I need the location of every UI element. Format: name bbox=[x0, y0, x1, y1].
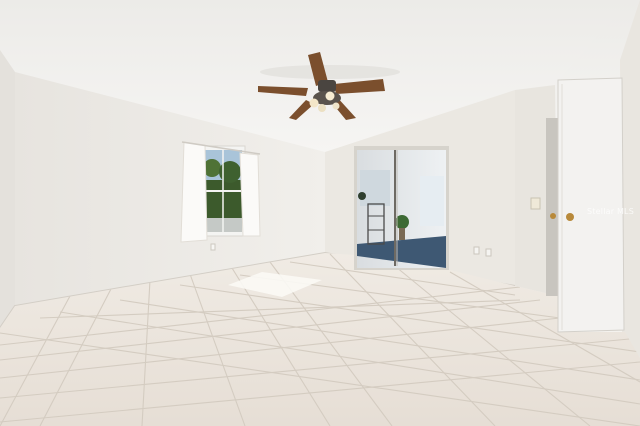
right-curtain bbox=[239, 152, 261, 237]
back-wall-outlet-2 bbox=[485, 248, 492, 257]
left-curtain bbox=[180, 141, 208, 243]
light-switch bbox=[530, 197, 541, 210]
mls-watermark: Stellar MLS bbox=[587, 207, 634, 216]
room-illustration bbox=[0, 0, 640, 426]
sliding-glass-door bbox=[354, 146, 449, 270]
back-wall-outlet bbox=[473, 246, 480, 255]
interior-door bbox=[546, 77, 625, 333]
wall-outlet bbox=[210, 243, 216, 251]
room-photo: Stellar MLS bbox=[0, 0, 640, 426]
left-side-wall bbox=[0, 50, 15, 328]
